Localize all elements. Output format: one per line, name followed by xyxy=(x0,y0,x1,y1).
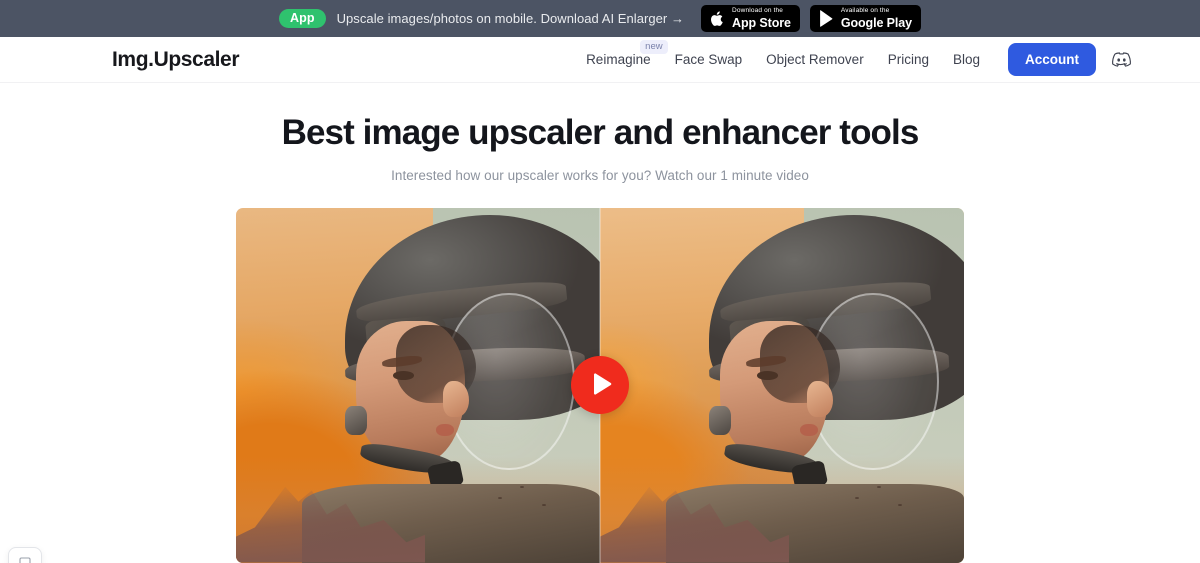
app-store-badge-title: App Store xyxy=(732,15,791,30)
widget-icon xyxy=(19,555,31,563)
app-pill-badge: App xyxy=(278,8,326,29)
nav-item-label: Reimagine xyxy=(586,52,651,67)
distant-speck xyxy=(854,496,859,499)
play-button[interactable] xyxy=(571,356,629,414)
after-image-pane xyxy=(600,207,964,563)
google-play-badge-title: Google Play xyxy=(840,15,913,30)
account-button[interactable]: Account xyxy=(1008,43,1096,76)
nav-item-reimagine[interactable]: Reimagine new xyxy=(574,40,668,67)
distant-speck xyxy=(541,503,546,506)
page-title: Best image upscaler and enhancer tools xyxy=(281,113,920,152)
nav-item-pricing[interactable]: Pricing xyxy=(876,52,941,67)
distant-speck xyxy=(876,485,881,488)
eye-shape xyxy=(756,370,779,381)
site-header: Img.Upscaler Reimagine new Face Swap Obj… xyxy=(0,37,1200,83)
distant-speck xyxy=(498,496,503,499)
nav-item-blog[interactable]: Blog xyxy=(941,52,992,67)
main-navigation: Reimagine new Face Swap Object Remover P… xyxy=(574,40,1132,76)
app-store-badge-subtitle: Download on the xyxy=(732,7,784,14)
earpiece-shape xyxy=(709,406,732,435)
apple-icon xyxy=(709,9,726,28)
nose-shape xyxy=(443,381,469,417)
google-play-badge-subtitle: Available on the xyxy=(840,7,890,14)
google-play-badge[interactable]: Available on the Google Play xyxy=(809,5,922,32)
discord-icon[interactable] xyxy=(1110,49,1132,71)
distant-speck xyxy=(519,485,524,488)
nav-item-object-remover[interactable]: Object Remover xyxy=(754,52,876,67)
nav-item-face-swap[interactable]: Face Swap xyxy=(663,52,755,67)
eye-shape xyxy=(392,370,415,381)
google-play-icon xyxy=(818,9,835,28)
before-image-pane xyxy=(236,207,600,563)
promo-message: Upscale images/photos on mobile. Downloa… xyxy=(336,11,685,26)
promo-banner: App Upscale images/photos on mobile. Dow… xyxy=(0,0,1200,37)
hero-subtitle: Interested how our upscaler works for yo… xyxy=(391,167,809,183)
video-preview[interactable] xyxy=(236,207,964,563)
hero-section: Best image upscaler and enhancer tools I… xyxy=(0,83,1200,563)
store-badge-group: Download on the App Store Available on t… xyxy=(701,5,922,32)
play-icon xyxy=(589,372,612,398)
site-logo[interactable]: Img.Upscaler xyxy=(112,48,239,72)
corner-widget[interactable] xyxy=(8,547,42,563)
nose-shape xyxy=(807,381,833,417)
app-store-badge[interactable]: Download on the App Store xyxy=(701,5,800,32)
earpiece-shape xyxy=(345,406,368,435)
